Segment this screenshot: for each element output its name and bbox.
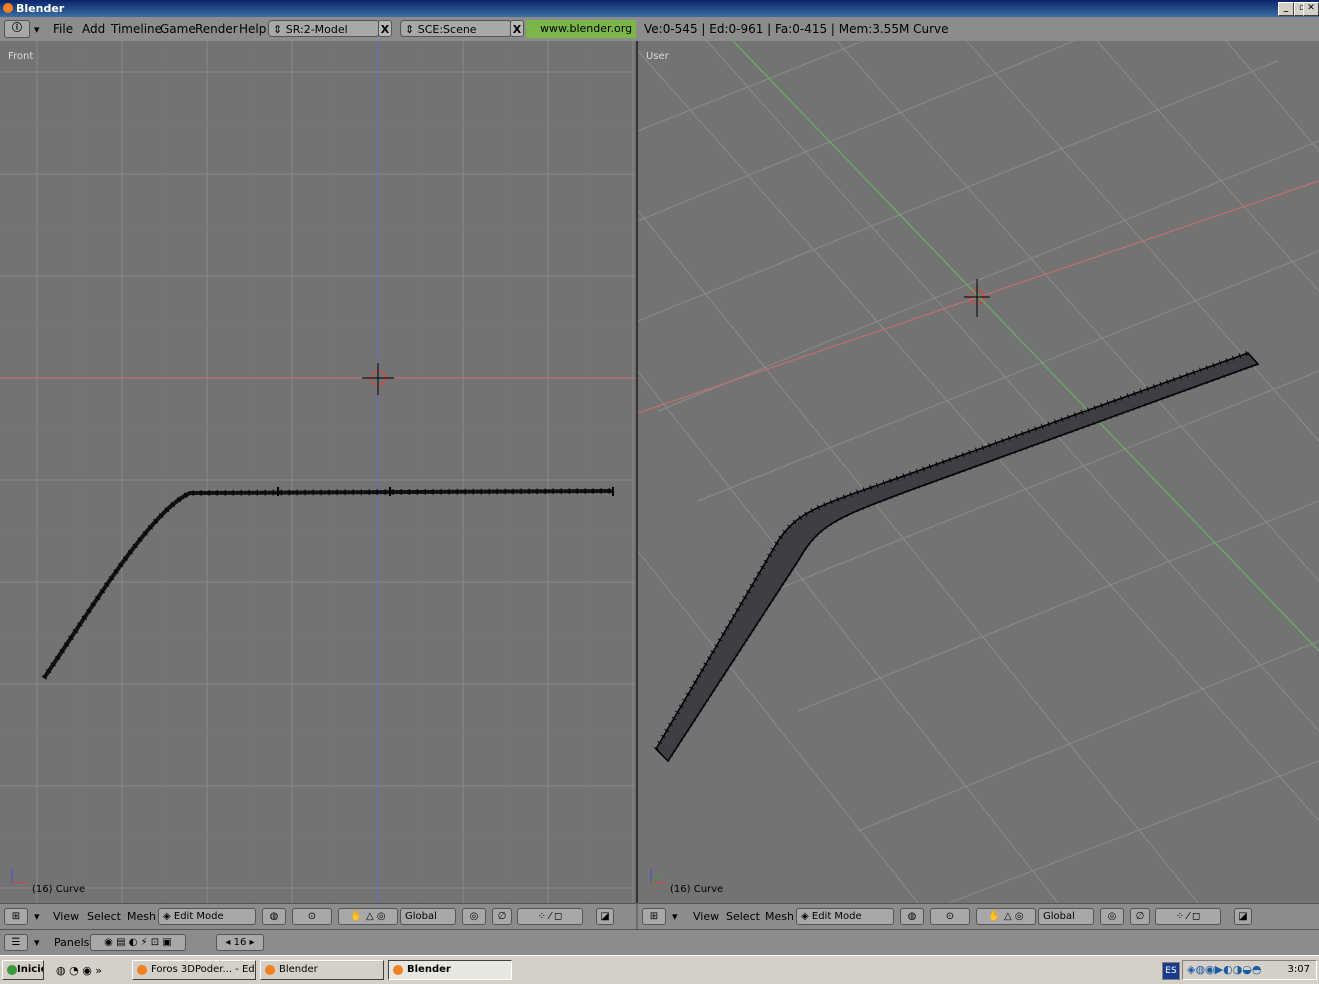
- subgrid: [0, 41, 636, 903]
- orientation-selector[interactable]: Global: [400, 908, 456, 925]
- orientation-label: Global: [405, 911, 437, 922]
- grid: [0, 41, 636, 903]
- collapse-menu-icon[interactable]: ▾: [34, 910, 40, 923]
- menu-mesh[interactable]: Mesh: [127, 910, 156, 923]
- view3d-window-type-icon[interactable]: ⊞: [642, 908, 666, 925]
- viewport-label: User: [646, 51, 669, 62]
- view3d-window-type-icon[interactable]: ⊞: [4, 908, 28, 925]
- 3d-cursor-icon[interactable]: [362, 363, 394, 395]
- task-label: Foros 3DPoder... - Editar ...: [151, 964, 256, 975]
- minimize-button[interactable]: _: [1278, 2, 1294, 16]
- render-preview-icon[interactable]: ◪: [596, 908, 614, 925]
- pivot-icon[interactable]: ⊙: [292, 908, 332, 925]
- proportional-edit-icon[interactable]: ◎: [1100, 908, 1124, 925]
- front-view-canvas[interactable]: [0, 41, 636, 903]
- window-title: Blender: [16, 2, 65, 15]
- language-indicator[interactable]: ES: [1162, 962, 1180, 980]
- select-mode-icon[interactable]: ⁘ ⁄ ◻: [1155, 908, 1221, 925]
- system-tray: ◈◍◉▶◐◑◒◓ 3:07: [1182, 960, 1317, 980]
- menu-render[interactable]: Render: [195, 22, 238, 36]
- mode-label: Edit Mode: [811, 911, 862, 922]
- screen-name: SR:2-Model: [285, 23, 348, 36]
- manipulator-icon[interactable]: ✋ △ ◎: [338, 908, 398, 925]
- snap-icon[interactable]: ∅: [492, 908, 512, 925]
- menu-timeline[interactable]: Timeline: [111, 22, 162, 36]
- collapse-menu-icon[interactable]: ▾: [672, 910, 678, 923]
- delete-scene-button[interactable]: X: [510, 20, 524, 37]
- scene-selector[interactable]: ⇕ SCE:Scene: [400, 20, 512, 37]
- user-view-canvas[interactable]: [638, 41, 1319, 903]
- scene-name: SCE:Scene: [417, 23, 477, 36]
- blender-logo-icon: [3, 3, 13, 13]
- proportional-edit-icon[interactable]: ◎: [462, 908, 486, 925]
- task-browser[interactable]: Foros 3DPoder... - Editar ...: [132, 960, 256, 980]
- buttons-window-header: ☰ ▾ Panels ◉ ▤ ◐ ⚡ ⊡ ▣ ◂ 16 ▸: [0, 929, 1319, 955]
- render-preview-icon[interactable]: ◪: [1234, 908, 1252, 925]
- blender-website-link[interactable]: www.blender.org 244: [526, 20, 636, 53]
- task-blender-1[interactable]: Blender: [260, 960, 384, 980]
- quick-launch-icon[interactable]: ◍ ◔ ◉ »: [56, 964, 102, 977]
- task-label: Blender: [279, 964, 318, 975]
- os-taskbar: Inicio ◍ ◔ ◉ » Foros 3DPoder... - Editar…: [0, 955, 1319, 984]
- viewport-front[interactable]: Front (16) Curve: [0, 41, 638, 903]
- close-button[interactable]: ✕: [1303, 2, 1319, 16]
- viewport-header-left: ⊞ ▾ View Select Mesh ◈ Edit Mode ◍ ⊙ ✋ △…: [0, 903, 636, 929]
- context-buttons-icon[interactable]: ◉ ▤ ◐ ⚡ ⊡ ▣: [90, 934, 186, 951]
- clock: 3:07: [1287, 964, 1310, 975]
- tray-icons[interactable]: ◈◍◉▶◐◑◒◓: [1187, 963, 1262, 976]
- pivot-icon[interactable]: ⊙: [930, 908, 970, 925]
- grid: [638, 41, 1319, 903]
- manipulator-icon[interactable]: ✋ △ ◎: [976, 908, 1036, 925]
- menu-view[interactable]: View: [693, 910, 719, 923]
- info-window-type-icon[interactable]: ⓘ: [4, 20, 30, 38]
- axis-gizmo-icon: [11, 869, 28, 884]
- task-label: Blender: [407, 964, 451, 975]
- menu-select[interactable]: Select: [726, 910, 760, 923]
- active-object-label: (16) Curve: [670, 884, 724, 895]
- frame-number: 16: [233, 937, 247, 948]
- draw-type-icon[interactable]: ◍: [900, 908, 924, 925]
- menu-view[interactable]: View: [53, 910, 79, 923]
- frame-number-field[interactable]: ◂ 16 ▸: [216, 934, 264, 951]
- orientation-selector[interactable]: Global: [1038, 908, 1094, 925]
- draw-type-icon[interactable]: ◍: [262, 908, 286, 925]
- mode-selector[interactable]: ◈ Edit Mode: [796, 908, 894, 925]
- select-mode-icon[interactable]: ⁘ ⁄ ◻: [517, 908, 583, 925]
- collapse-menu-icon[interactable]: ▾: [34, 23, 40, 36]
- menu-mesh[interactable]: Mesh: [765, 910, 794, 923]
- menu-select[interactable]: Select: [87, 910, 121, 923]
- viewport-user[interactable]: User (16) Curve: [638, 41, 1319, 903]
- axis-gizmo-icon: [650, 869, 666, 884]
- buttons-window-type-icon[interactable]: ☰: [4, 934, 28, 951]
- menu-file[interactable]: File: [53, 22, 73, 36]
- snap-icon[interactable]: ∅: [1130, 908, 1150, 925]
- start-button[interactable]: Inicio: [2, 960, 44, 980]
- orientation-label: Global: [1043, 911, 1075, 922]
- menu-help[interactable]: Help: [239, 22, 266, 36]
- viewport-label: Front: [8, 51, 34, 62]
- start-label: Inicio: [17, 964, 43, 975]
- scene-stats: Ve:0-545 | Ed:0-961 | Fa:0-415 | Mem:3.5…: [644, 22, 949, 36]
- curve-mesh[interactable]: [653, 350, 1260, 763]
- mode-label: Edit Mode: [173, 911, 224, 922]
- panels-label: Panels: [54, 936, 90, 949]
- screen-selector[interactable]: ⇕ SR:2-Model: [268, 20, 380, 37]
- collapse-menu-icon[interactable]: ▾: [34, 936, 40, 949]
- mode-selector[interactable]: ◈ Edit Mode: [158, 908, 256, 925]
- menu-add[interactable]: Add: [82, 22, 105, 36]
- menu-game[interactable]: Game: [160, 22, 196, 36]
- window-title-bar: Blender _ ▫ ✕: [0, 0, 1319, 17]
- delete-screen-button[interactable]: X: [378, 20, 392, 37]
- active-object-label: (16) Curve: [32, 884, 86, 895]
- viewport-header-right: ⊞ ▾ View Select Mesh ◈ Edit Mode ◍ ⊙ ✋ △…: [638, 903, 1319, 929]
- y-axis-line: [732, 41, 1319, 652]
- task-blender-2[interactable]: Blender: [388, 960, 512, 980]
